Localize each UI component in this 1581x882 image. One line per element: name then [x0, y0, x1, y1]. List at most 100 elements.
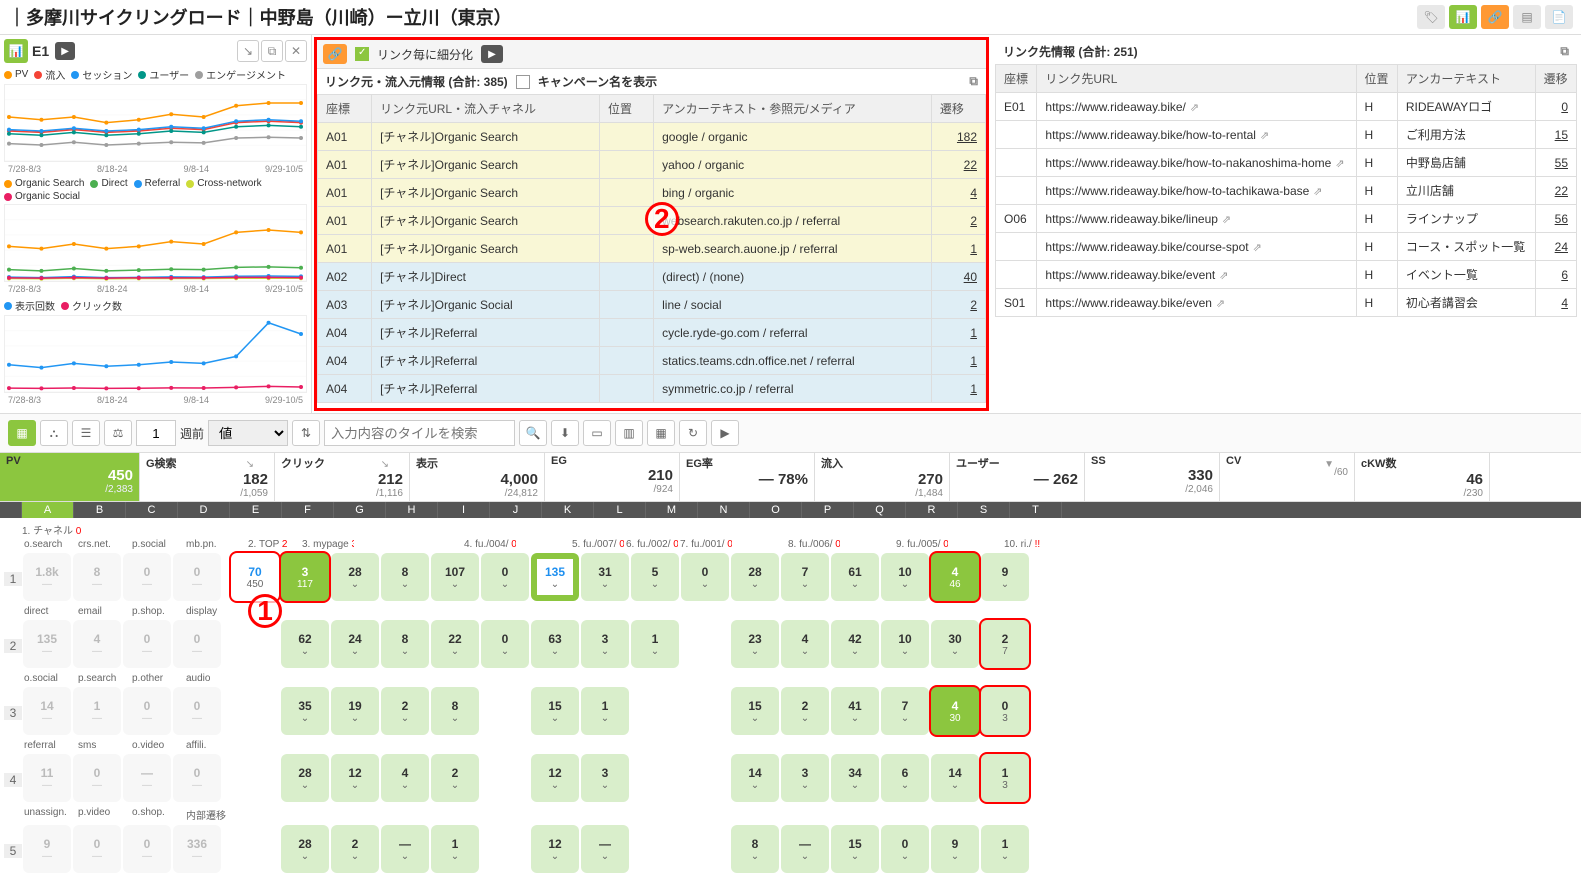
col-letter[interactable]: A	[22, 502, 74, 518]
table-row[interactable]: E01https://www.rideaway.bike/⇗HRIDEAWAYロ…	[996, 93, 1577, 121]
table-row[interactable]: https://www.rideaway.bike/event⇗Hイベント一覧6	[996, 261, 1577, 289]
tile[interactable]: —⌄	[781, 825, 829, 873]
table-row[interactable]: https://www.rideaway.bike/course-spot⇗Hコ…	[996, 233, 1577, 261]
table-row[interactable]: https://www.rideaway.bike/how-to-rental⇗…	[996, 121, 1577, 149]
tile[interactable]: 23⌄	[731, 620, 779, 668]
tile[interactable]: 31⌄	[581, 553, 629, 601]
tile[interactable]: 8—	[73, 553, 121, 601]
tile[interactable]: —⌄	[381, 825, 429, 873]
tile[interactable]: 42⌄	[831, 620, 879, 668]
col-letter[interactable]: T	[1010, 502, 1062, 518]
table-row[interactable]: A02[チャネル]Direct(direct) / (none)40	[318, 263, 986, 291]
tile[interactable]: 14⌄	[931, 754, 979, 802]
tile[interactable]: 0—	[173, 754, 221, 802]
tile[interactable]: 9⌄	[931, 825, 979, 873]
metric-ユーザー[interactable]: ユーザー— 262	[950, 453, 1085, 501]
tile[interactable]: 14⌄	[731, 754, 779, 802]
video-icon[interactable]: ▶	[481, 45, 503, 63]
tile[interactable]: 1.8k—	[23, 553, 71, 601]
tile[interactable]: 19⌄	[331, 687, 379, 735]
tile[interactable]: 3117	[281, 553, 329, 601]
legend-item[interactable]: クリック数	[61, 298, 122, 313]
tile[interactable]: 2⌄	[781, 687, 829, 735]
tile[interactable]: 15⌄	[731, 687, 779, 735]
col-letter[interactable]: P	[802, 502, 854, 518]
tile[interactable]: 10⌄	[881, 553, 929, 601]
tile[interactable]: 41⌄	[831, 687, 879, 735]
tile[interactable]: 22⌄	[431, 620, 479, 668]
copy-icon[interactable]: ⧉	[261, 40, 283, 62]
metric-EG率[interactable]: EG率— 78%	[680, 453, 815, 501]
tile[interactable]: 28⌄	[331, 553, 379, 601]
col-letter[interactable]: F	[282, 502, 334, 518]
col-letter[interactable]: N	[698, 502, 750, 518]
external-link-icon[interactable]: ⇗	[1219, 270, 1228, 282]
tile[interactable]: 2⌄	[431, 754, 479, 802]
tag-icon[interactable]: 🏷	[1417, 5, 1445, 29]
tile[interactable]: 0—	[173, 687, 221, 735]
tile[interactable]: 336—	[173, 825, 221, 873]
download-icon[interactable]: ⬇	[551, 420, 579, 446]
legend-item[interactable]: エンゲージメント	[195, 67, 286, 82]
tile[interactable]: 0—	[173, 620, 221, 668]
tile[interactable]: ——	[123, 754, 171, 802]
tile[interactable]: 135⌄	[531, 553, 579, 601]
metric-cKW数[interactable]: cKW数46/230	[1355, 453, 1490, 501]
tile[interactable]: 0—	[123, 687, 171, 735]
external-link-icon[interactable]: ⇗	[1253, 242, 1262, 254]
table-row[interactable]: A04[チャネル]Referralstatics.teams.cdn.offic…	[318, 347, 986, 375]
tile[interactable]: 15⌄	[531, 687, 579, 735]
legend-item[interactable]: Referral	[134, 178, 181, 189]
external-link-icon[interactable]: ⇗	[1260, 130, 1269, 142]
col-letter[interactable]: L	[594, 502, 646, 518]
doc-icon[interactable]: 📄	[1545, 5, 1573, 29]
link-icon[interactable]: 🔗	[1481, 5, 1509, 29]
tile[interactable]: 9⌄	[981, 553, 1029, 601]
tile[interactable]: 12⌄	[331, 754, 379, 802]
tile[interactable]: 0—	[73, 754, 121, 802]
metric-G検索[interactable]: G検索↘182/1,059	[140, 453, 275, 501]
list-view-icon[interactable]: ☰	[72, 420, 100, 446]
tile[interactable]: 13	[981, 754, 1029, 802]
tile[interactable]: 8⌄	[381, 553, 429, 601]
table-row[interactable]: O06https://www.rideaway.bike/lineup⇗Hライン…	[996, 205, 1577, 233]
tile[interactable]: 0—	[173, 553, 221, 601]
tile[interactable]: 7⌄	[781, 553, 829, 601]
col-header[interactable]: アンカーテキスト	[1397, 65, 1535, 93]
col-header[interactable]: リンク元URL・流入チャネル	[372, 95, 600, 123]
col-letter[interactable]: E	[230, 502, 282, 518]
export-icon[interactable]: ↘	[237, 40, 259, 62]
tile[interactable]: 11—	[23, 754, 71, 802]
tile[interactable]: 3⌄	[781, 754, 829, 802]
tile[interactable]: 6⌄	[881, 754, 929, 802]
layout1-icon[interactable]: ▭	[583, 420, 611, 446]
col-letter[interactable]: I	[438, 502, 490, 518]
tile[interactable]: 70450	[231, 553, 279, 601]
table-row[interactable]: A01[チャネル]Organic Searchyahoo / organic22	[318, 151, 986, 179]
col-header[interactable]: 遷移	[1535, 65, 1576, 93]
tile[interactable]: 8⌄	[431, 687, 479, 735]
table-row[interactable]: https://www.rideaway.bike/how-to-tachika…	[996, 177, 1577, 205]
col-letter[interactable]: J	[490, 502, 542, 518]
copy-icon[interactable]: ⧉	[969, 74, 978, 89]
col-letter[interactable]: G	[334, 502, 386, 518]
tile[interactable]: 24⌄	[331, 620, 379, 668]
tile[interactable]: 8⌄	[731, 825, 779, 873]
tile[interactable]: —⌄	[581, 825, 629, 873]
external-link-icon[interactable]: ⇗	[1313, 186, 1322, 198]
legend-item[interactable]: セッション	[71, 67, 132, 82]
external-link-icon[interactable]: ⇗	[1216, 298, 1225, 310]
tile[interactable]: 0⌄	[481, 620, 529, 668]
tile[interactable]: 5⌄	[631, 553, 679, 601]
tile[interactable]: 135—	[23, 620, 71, 668]
col-header[interactable]: アンカーテキスト・参照元/メディア	[654, 95, 932, 123]
external-link-icon[interactable]: ⇗	[1190, 102, 1199, 114]
tile[interactable]: 0—	[123, 553, 171, 601]
copy-icon[interactable]: ⧉	[1560, 44, 1569, 59]
tile[interactable]: 34⌄	[831, 754, 879, 802]
legend-item[interactable]: Direct	[90, 178, 127, 189]
external-link-icon[interactable]: ⇗	[1335, 158, 1344, 170]
campaign-checkbox[interactable]	[516, 75, 530, 89]
metric-SS[interactable]: SS330/2,046	[1085, 453, 1220, 501]
legend-item[interactable]: Organic Social	[4, 191, 80, 202]
